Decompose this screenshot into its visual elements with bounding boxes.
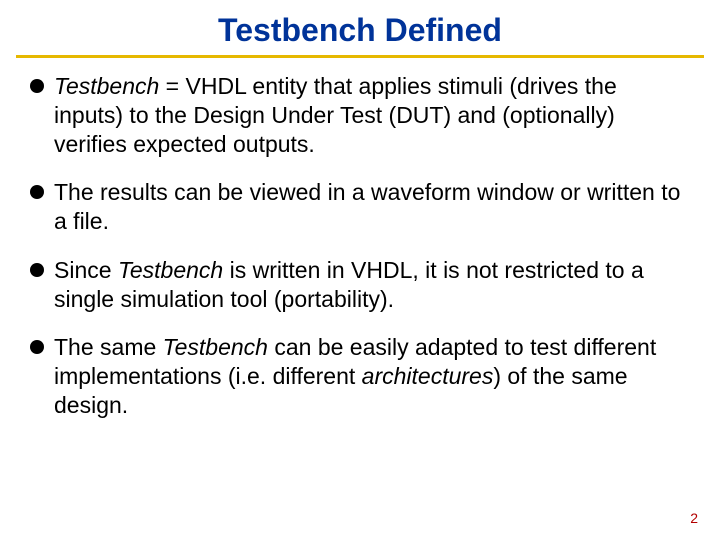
list-item: The same Testbench can be easily adapted… bbox=[30, 333, 690, 419]
list-item: Since Testbench is written in VHDL, it i… bbox=[30, 256, 690, 314]
bullet-text: The same Testbench can be easily adapted… bbox=[54, 333, 690, 419]
pre-text: The same bbox=[54, 334, 163, 360]
page-number: 2 bbox=[690, 510, 698, 526]
term-testbench: Testbench bbox=[118, 257, 223, 283]
equals: = bbox=[159, 73, 185, 99]
pre-text: Since bbox=[54, 257, 118, 283]
bullet-icon bbox=[30, 340, 44, 354]
list-item: The results can be viewed in a waveform … bbox=[30, 178, 690, 236]
bullet-text: Since Testbench is written in VHDL, it i… bbox=[54, 256, 690, 314]
slide-title: Testbench Defined bbox=[0, 12, 720, 55]
slide: Testbench Defined Testbench = VHDL entit… bbox=[0, 0, 720, 540]
term-testbench: Testbench bbox=[54, 73, 159, 99]
results-text: The results can be viewed in a waveform … bbox=[54, 179, 680, 234]
list-item: Testbench = VHDL entity that applies sti… bbox=[30, 72, 690, 158]
bullet-text: The results can be viewed in a waveform … bbox=[54, 178, 690, 236]
term-architectures: architectures bbox=[362, 363, 494, 389]
bullet-icon bbox=[30, 263, 44, 277]
bullet-icon bbox=[30, 79, 44, 93]
bullet-icon bbox=[30, 185, 44, 199]
term-testbench: Testbench bbox=[163, 334, 268, 360]
bullet-text: Testbench = VHDL entity that applies sti… bbox=[54, 72, 690, 158]
title-underline bbox=[16, 55, 704, 58]
content-area: Testbench = VHDL entity that applies sti… bbox=[0, 72, 720, 420]
